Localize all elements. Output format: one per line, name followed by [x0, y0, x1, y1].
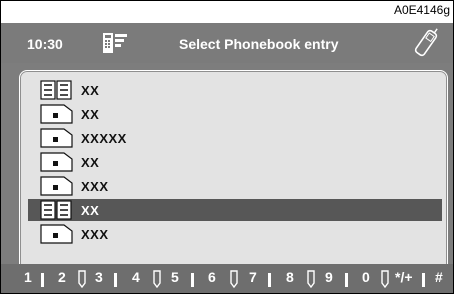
list-item[interactable]: XX: [28, 103, 442, 125]
key-5[interactable]: 5: [171, 269, 179, 285]
key-9[interactable]: 9: [325, 269, 333, 285]
card-icon: [40, 104, 73, 124]
indicator-icon: [381, 270, 389, 288]
key-separator: [422, 273, 425, 287]
entry-name: XX: [81, 154, 100, 170]
book-icon: [40, 200, 72, 220]
key-8[interactable]: 8: [286, 269, 294, 285]
key-3[interactable]: 3: [95, 269, 103, 285]
key-separator: [268, 273, 271, 287]
entry-name: XXXXX: [81, 130, 127, 146]
card-icon: [40, 152, 73, 172]
clock: 10:30: [27, 36, 63, 52]
indicator-icon: [230, 270, 238, 288]
key-separator: [345, 273, 348, 287]
display-screen: 10:30 Select Phonebook entry XX XX XXXXX…: [1, 23, 453, 293]
key-4[interactable]: 4: [132, 269, 140, 285]
entry-name: XX: [81, 202, 100, 218]
key-separator: [114, 273, 117, 287]
indicator-icon: [153, 270, 161, 288]
indicator-icon: [307, 270, 315, 288]
card-icon: [40, 176, 73, 196]
entry-name: XX: [81, 106, 100, 122]
key-2[interactable]: 2: [58, 269, 66, 285]
phonebook-list: XX XX XXXXX XX XXX XX XXX: [19, 70, 448, 273]
book-icon: [40, 80, 72, 100]
list-item[interactable]: XXX: [28, 223, 442, 245]
list-item[interactable]: XXX: [28, 175, 442, 197]
key-star-plus[interactable]: */+: [395, 269, 413, 285]
key-0[interactable]: 0: [362, 269, 370, 285]
key-7[interactable]: 7: [249, 269, 257, 285]
key-1[interactable]: 1: [24, 269, 32, 285]
list-item[interactable]: XX: [28, 79, 442, 101]
entry-name: XXX: [81, 226, 109, 242]
list-item[interactable]: XXXXX: [28, 127, 442, 149]
list-item-selected[interactable]: XX: [28, 199, 442, 221]
entry-name: XXX: [81, 178, 109, 194]
reference-code: A0E4146g: [393, 3, 450, 17]
indicator-icon: [78, 270, 86, 288]
key-hash[interactable]: #: [435, 269, 443, 285]
key-separator: [41, 273, 44, 287]
key-6[interactable]: 6: [208, 269, 216, 285]
card-icon: [40, 224, 73, 244]
card-icon: [40, 128, 73, 148]
list-item[interactable]: XX: [28, 151, 442, 173]
header-bar: 10:30 Select Phonebook entry: [1, 23, 453, 63]
mobile-phone-icon: [414, 28, 438, 57]
entry-name: XX: [81, 82, 100, 98]
keypad-bar: 1 2 3 4 5 6 7 8 9 0 */+ #: [1, 264, 453, 293]
phonebook-icon: [103, 33, 127, 53]
key-separator: [191, 273, 194, 287]
page-title: Select Phonebook entry: [179, 36, 339, 52]
